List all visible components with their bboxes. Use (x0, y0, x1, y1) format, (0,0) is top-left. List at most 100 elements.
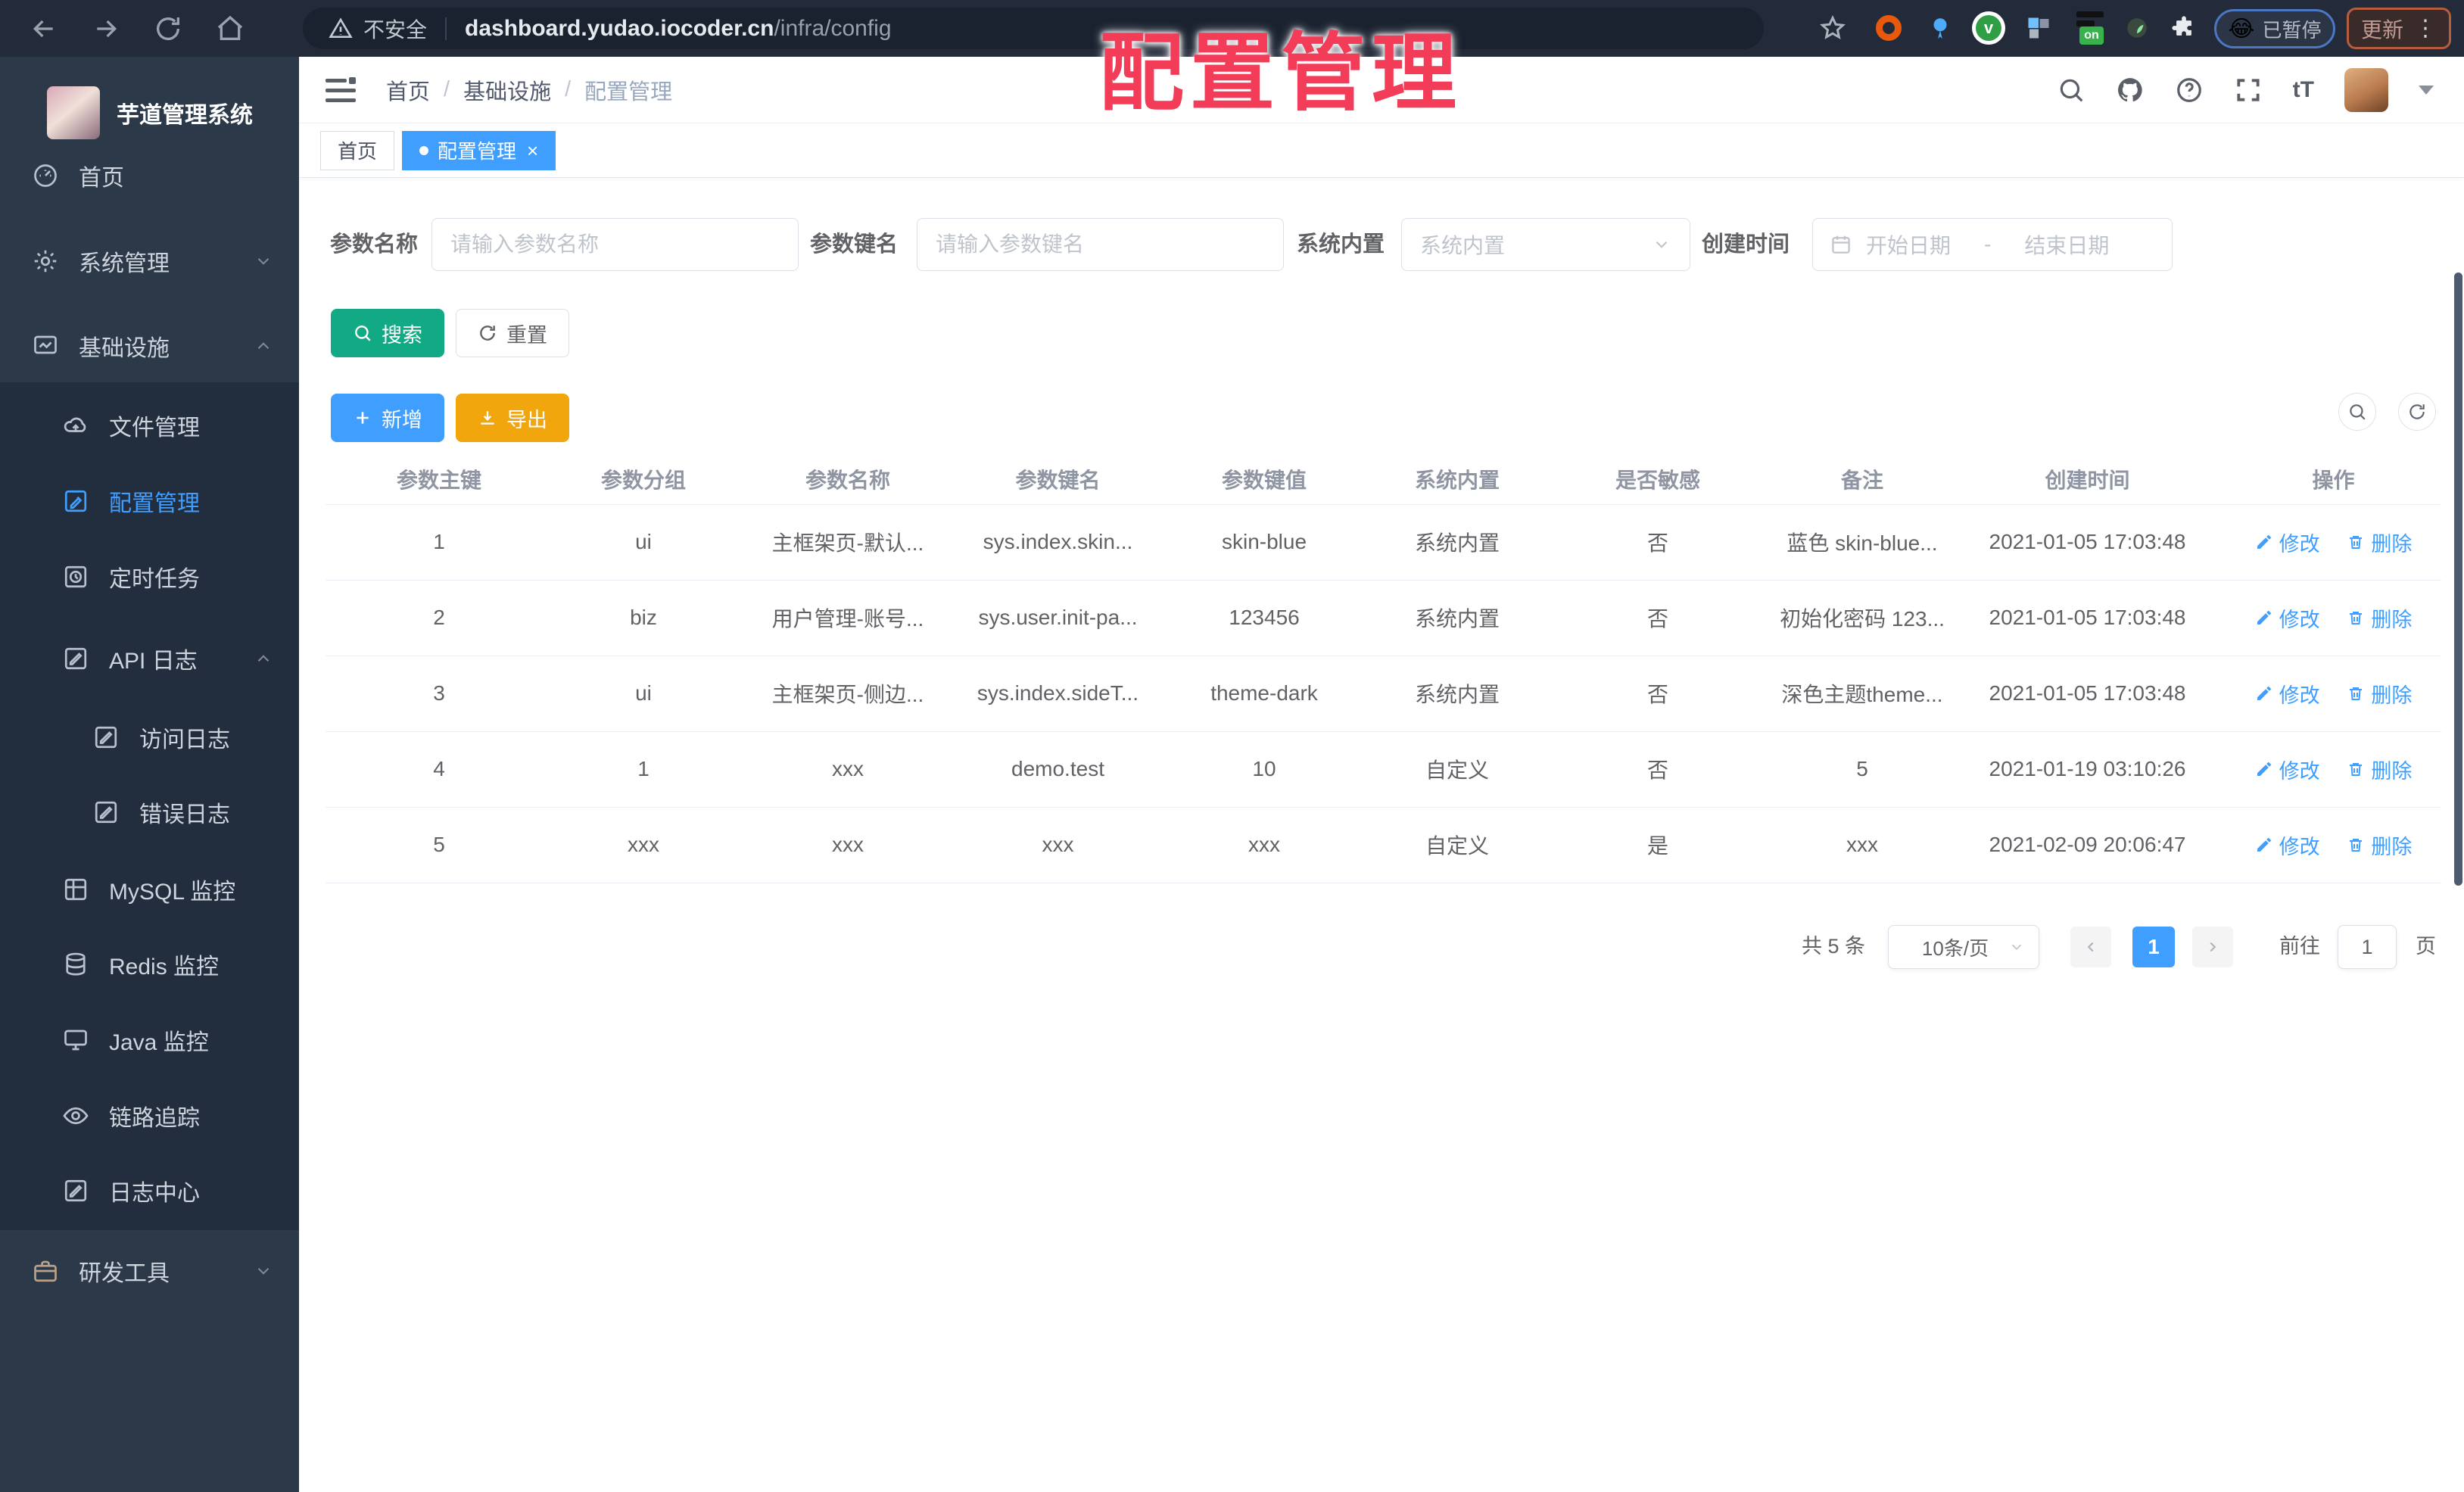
tab-home[interactable]: 首页 (320, 130, 395, 170)
fullscreen-icon[interactable] (2234, 76, 2263, 104)
plus-icon (353, 408, 372, 428)
app-logo-image (47, 86, 100, 139)
column-header: 参数分组 (553, 454, 734, 505)
sidebar: 芋道管理系统 首页 系统管理 基础设施 文件管理 配置管理 定时任务 API 日… (0, 57, 299, 1492)
infrastructure-icon (32, 332, 59, 360)
sidebar-item-log-center[interactable]: 日志中心 (0, 1153, 299, 1229)
extension-orange-icon[interactable] (1871, 11, 1906, 45)
log-edit-icon (92, 724, 120, 751)
breadcrumb-home[interactable]: 首页 (386, 74, 430, 106)
browser-home-icon[interactable] (215, 14, 245, 44)
sidebar-item-access-log[interactable]: 访问日志 (0, 699, 299, 775)
column-header: 系统内置 (1374, 454, 1540, 505)
sidebar-item-trace[interactable]: 链路追踪 (0, 1078, 299, 1154)
github-icon[interactable] (2116, 76, 2145, 104)
table-row[interactable]: 4 1 xxx demo.test 10 自定义 否 5 2021-01-19 … (326, 731, 2441, 808)
next-page-button[interactable] (2192, 927, 2233, 967)
address-bar[interactable]: 不安全 dashboard.yudao.iocoder.cn /infra/co… (303, 8, 1764, 49)
warning-triangle-icon (329, 17, 353, 41)
bookmark-star-icon[interactable] (1815, 11, 1850, 45)
edit-link[interactable]: 修改 (2255, 830, 2320, 860)
security-label[interactable]: 不安全 (363, 14, 427, 44)
sidebar-item-home[interactable]: 首页 (0, 138, 299, 213)
sidebar-item-api-log[interactable]: API 日志 (0, 621, 299, 696)
add-button[interactable]: 新增 (331, 394, 444, 442)
builtin-select[interactable]: 系统内置 (1401, 218, 1690, 271)
delete-link[interactable]: 删除 (2347, 755, 2412, 784)
help-icon[interactable] (2175, 76, 2204, 104)
table-row[interactable]: 3 ui 主框架页-侧边... sys.index.sideT... theme… (326, 656, 2441, 732)
scrollbar-thumb[interactable] (2454, 273, 2462, 886)
extension-green-check-icon[interactable]: v (1971, 11, 2006, 45)
search-icon (353, 323, 372, 343)
param-key-input[interactable] (917, 218, 1284, 271)
create-time-range-picker[interactable]: 开始日期 - 结束日期 (1812, 218, 2173, 271)
pagination: 共 5 条 10条/页 1 前往 页 (299, 924, 2441, 972)
url-host: dashboard.yudao.iocoder.cn (465, 15, 774, 41)
pagination-total: 共 5 条 (1802, 935, 1866, 958)
page-unit-label: 页 (2416, 935, 2436, 958)
table-row[interactable]: 5 xxx xxx xxx xxx 自定义 是 xxx 2021-02-09 2… (326, 807, 2441, 883)
refresh-icon (478, 323, 497, 343)
tags-view-bar: 首页 配置管理 × (299, 123, 2464, 178)
current-page-button[interactable]: 1 (2132, 927, 2175, 967)
delete-link[interactable]: 删除 (2347, 528, 2412, 557)
close-icon[interactable]: × (527, 141, 538, 160)
chevron-down-icon (2008, 939, 2025, 955)
browser-reload-icon[interactable] (153, 14, 183, 44)
browser-update-button[interactable]: 更新 ⋮ (2347, 8, 2451, 49)
sidebar-item-file-management[interactable]: 文件管理 (0, 388, 299, 463)
column-header: 参数键值 (1154, 454, 1374, 505)
browser-back-icon[interactable] (29, 14, 59, 44)
search-button[interactable]: 搜索 (331, 309, 444, 357)
sidebar-item-error-log[interactable]: 错误日志 (0, 774, 299, 850)
sidebar-item-system[interactable]: 系统管理 (0, 223, 299, 299)
toggle-search-button[interactable] (2338, 393, 2376, 431)
sidebar-item-java-monitor[interactable]: Java 监控 (0, 1002, 299, 1078)
sidebar-item-mysql-monitor[interactable]: MySQL 监控 (0, 852, 299, 927)
edit-link[interactable]: 修改 (2255, 755, 2320, 784)
dashboard-icon (32, 162, 59, 189)
sidebar-item-infra[interactable]: 基础设施 (0, 308, 299, 384)
extension-blue-gray-icon[interactable] (2021, 11, 2056, 45)
search-icon[interactable] (2057, 76, 2086, 104)
extension-on-badge-icon[interactable]: on (2073, 11, 2107, 45)
sidebar-item-dev-tools[interactable]: 研发工具 (0, 1233, 299, 1309)
font-size-icon[interactable]: tT (2293, 77, 2314, 103)
prev-page-button[interactable] (2070, 927, 2111, 967)
reset-button[interactable]: 重置 (456, 309, 569, 357)
edit-link[interactable]: 修改 (2255, 679, 2320, 709)
sidebar-item-redis-monitor[interactable]: Redis 监控 (0, 927, 299, 1002)
delete-link[interactable]: 删除 (2347, 830, 2412, 860)
kebab-menu-icon[interactable]: ⋮ (2414, 17, 2437, 40)
app-title: 芋道管理系统 (117, 103, 253, 128)
extension-leaf-icon[interactable] (2120, 11, 2154, 45)
param-key-label: 参数键名 (810, 232, 899, 257)
tab-config-management[interactable]: 配置管理 × (402, 130, 556, 170)
sidebar-collapse-icon[interactable] (326, 76, 356, 103)
extension-pin-icon[interactable] (1923, 11, 1958, 45)
delete-link[interactable]: 删除 (2347, 679, 2412, 709)
delete-link[interactable]: 删除 (2347, 603, 2412, 633)
browser-forward-icon[interactable] (91, 14, 121, 44)
table-row[interactable]: 1 ui 主框架页-默认... sys.index.skin... skin-b… (326, 504, 2441, 581)
avatar-caret-icon[interactable] (2419, 86, 2434, 95)
refresh-table-button[interactable] (2398, 393, 2436, 431)
end-date-placeholder: 结束日期 (2024, 234, 2110, 257)
laughing-emoji-icon: 😂 (2228, 16, 2255, 42)
sidebar-item-config-management[interactable]: 配置管理 (0, 463, 299, 539)
table-header-row: 参数主键 参数分组 参数名称 参数键名 参数键值 系统内置 是否敏感 备注 创建… (326, 454, 2441, 505)
edit-link[interactable]: 修改 (2255, 528, 2320, 557)
page-size-select[interactable]: 10条/页 (1888, 925, 2039, 969)
param-name-input[interactable] (431, 218, 799, 271)
extensions-puzzle-icon[interactable] (2167, 11, 2201, 45)
export-button[interactable]: 导出 (456, 394, 569, 442)
user-avatar[interactable] (2344, 68, 2388, 112)
browser-profile-badge[interactable]: 😂 已暂停 (2214, 9, 2335, 48)
edit-square-icon (62, 487, 89, 515)
goto-page-input[interactable] (2338, 925, 2397, 969)
edit-link[interactable]: 修改 (2255, 603, 2320, 633)
breadcrumb-infra[interactable]: 基础设施 (463, 74, 551, 106)
sidebar-item-scheduled-tasks[interactable]: 定时任务 (0, 539, 299, 615)
table-row[interactable]: 2 biz 用户管理-账号... sys.user.init-pa... 123… (326, 580, 2441, 656)
